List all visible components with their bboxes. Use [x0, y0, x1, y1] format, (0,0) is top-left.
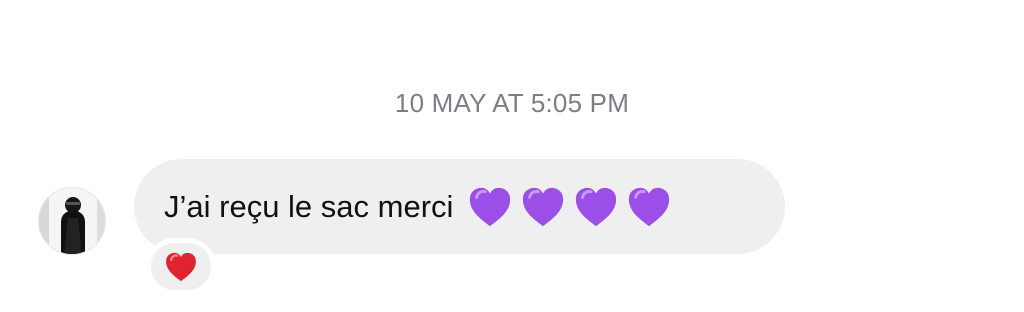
emoji-hearts [467, 185, 672, 229]
purple-heart-icon [626, 185, 672, 229]
red-heart-icon [166, 252, 196, 281]
message-bubble[interactable]: J’ai reçu le sac merci [134, 159, 785, 254]
message-reaction[interactable] [146, 238, 216, 295]
message-timestamp: 10 MAY AT 5:05 PM [394, 88, 630, 118]
chat-thread: 10 MAY AT 5:05 PM J’ai reçu le sac merci [0, 0, 1024, 312]
purple-heart-icon [573, 185, 619, 229]
purple-heart-icon [520, 185, 566, 229]
avatar-image [39, 188, 105, 254]
purple-heart-icon [467, 185, 513, 229]
message-text: J’ai reçu le sac merci [164, 189, 454, 224]
sender-avatar[interactable] [38, 187, 106, 255]
